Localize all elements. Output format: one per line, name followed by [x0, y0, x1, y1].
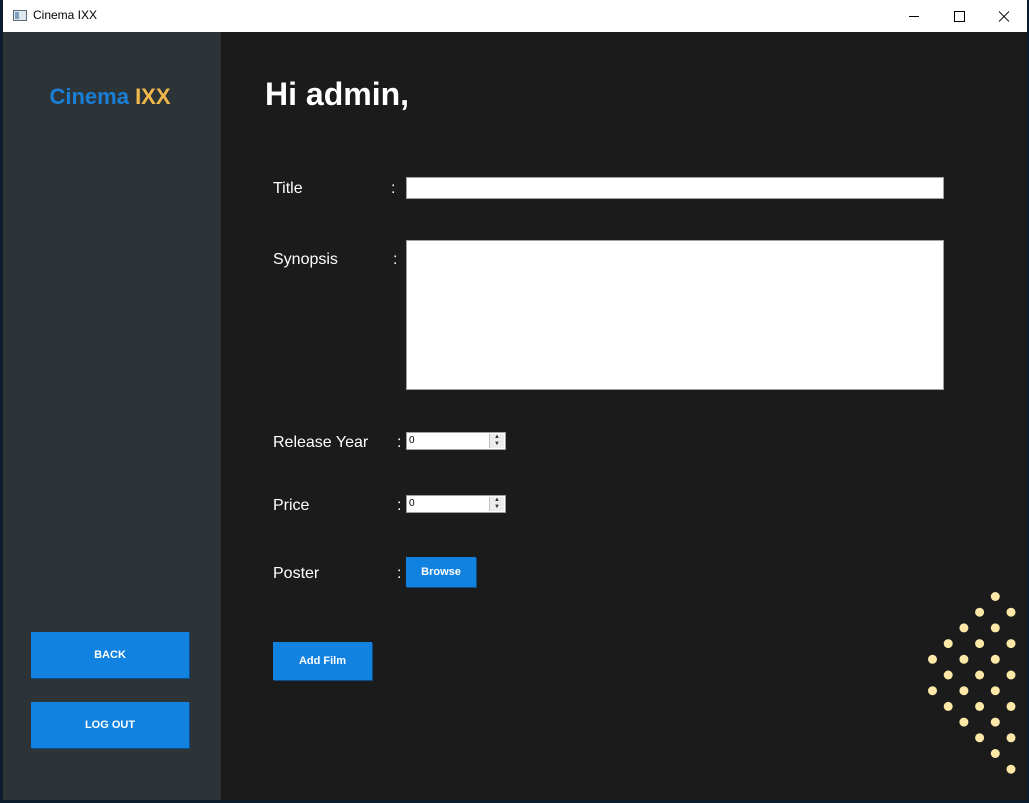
decorative-dot [1006, 607, 1016, 617]
price-spinbox[interactable]: 0 ▲ ▼ [406, 495, 506, 513]
browse-button[interactable]: Browse [406, 557, 476, 587]
title-colon: : [391, 180, 396, 197]
release-year-value: 0 [409, 435, 415, 446]
main-content: Hi admin, Title : Synopsis : Release Yea… [221, 32, 1027, 800]
decorative-dot [1006, 733, 1016, 743]
poster-label: Poster [273, 565, 320, 582]
decorative-dot [959, 717, 969, 727]
decorative-dot [990, 717, 1000, 727]
synopsis-textarea[interactable] [406, 240, 944, 390]
app-icon [13, 10, 27, 21]
title-label: Title [273, 180, 303, 197]
spin-down-icon[interactable]: ▼ [490, 504, 504, 511]
logo: Cinema IXX [3, 84, 217, 110]
decorative-dot [959, 623, 969, 633]
spin-down-icon[interactable]: ▼ [490, 441, 504, 448]
add-film-button[interactable]: Add Film [273, 642, 372, 680]
logout-button[interactable]: LOG OUT [31, 702, 189, 748]
decorative-dot [975, 639, 985, 649]
decorative-dot [975, 733, 985, 743]
page-title: Hi admin, [265, 76, 410, 112]
decorative-dot [1006, 701, 1016, 711]
decorative-dot [1006, 670, 1016, 680]
app-window: Cinema IXX Cinema IXX BACK LOG OUT Hi ad… [3, 0, 1027, 800]
price-label: Price [273, 497, 310, 514]
decorative-dot [975, 670, 985, 680]
decorative-dot [928, 654, 937, 664]
decorative-dot [990, 654, 1000, 664]
synopsis-colon: : [393, 251, 398, 268]
logo-text-ixx: IXX [135, 84, 171, 109]
minimize-icon[interactable] [891, 0, 937, 32]
price-colon: : [397, 497, 402, 514]
decorative-dot [1006, 764, 1016, 774]
decorative-dot [928, 686, 937, 696]
release-year-stepper[interactable]: ▲ ▼ [489, 434, 504, 448]
decorative-dot [975, 701, 985, 711]
decorative-dot [990, 623, 1000, 633]
decorative-dot [959, 686, 969, 696]
decorative-dot [943, 670, 953, 680]
decorative-dot [990, 749, 1000, 758]
decorative-dot [975, 607, 985, 617]
decorative-dot [1006, 639, 1016, 649]
decorative-dot [959, 654, 969, 664]
release-year-spinbox[interactable]: 0 ▲ ▼ [406, 432, 506, 450]
title-input[interactable] [406, 177, 944, 199]
poster-colon: : [397, 565, 402, 582]
title-bar: Cinema IXX [3, 0, 1027, 33]
decorative-dot [990, 592, 1000, 601]
window-title: Cinema IXX [33, 8, 98, 22]
release-year-label: Release Year [273, 434, 369, 451]
price-stepper[interactable]: ▲ ▼ [489, 497, 504, 511]
release-year-colon: : [397, 434, 402, 451]
close-icon[interactable] [981, 0, 1027, 32]
back-button[interactable]: BACK [31, 632, 189, 678]
price-value: 0 [409, 498, 415, 509]
decorative-dot [990, 686, 1000, 696]
decorative-dot [943, 701, 953, 711]
logo-text-cinema: Cinema [49, 84, 129, 109]
decorative-dot [943, 639, 953, 649]
maximize-icon[interactable] [937, 0, 983, 32]
sidebar: Cinema IXX BACK LOG OUT [3, 32, 221, 800]
decorative-dot-pattern [928, 592, 1016, 774]
synopsis-label: Synopsis [273, 251, 338, 268]
